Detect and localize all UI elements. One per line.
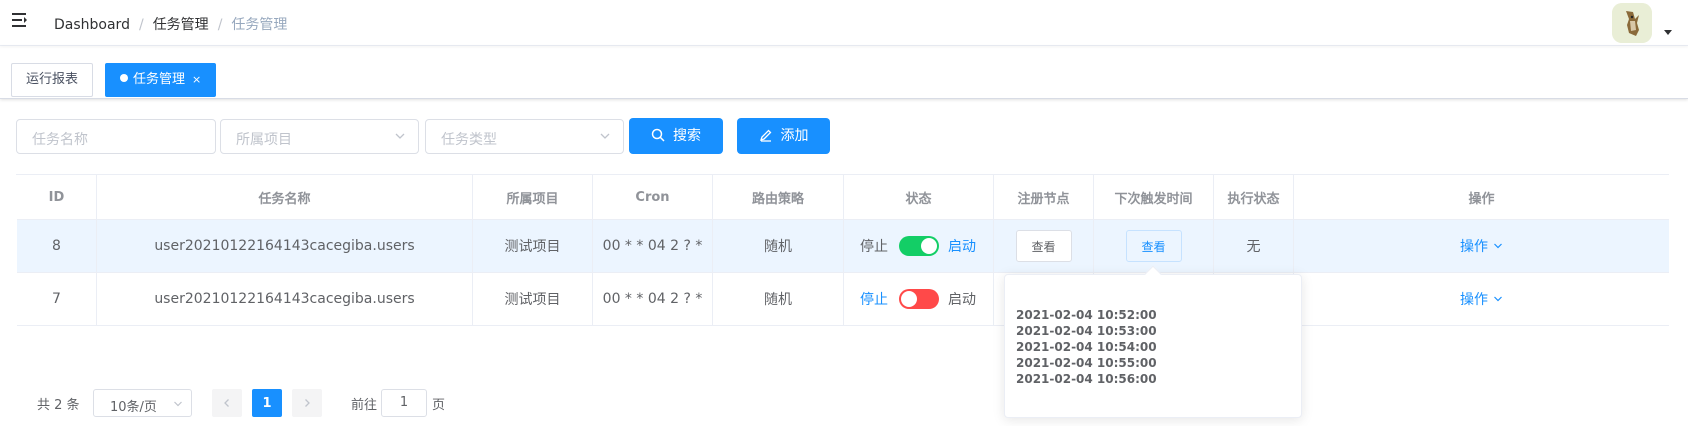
cell-next-trigger: 查看 — [1094, 220, 1214, 272]
header-task-name: 任务名称 — [97, 175, 473, 219]
header-status: 状态 — [844, 175, 994, 219]
close-icon[interactable]: × — [192, 73, 201, 86]
chevron-down-icon — [174, 401, 182, 407]
chevron-left-icon — [224, 399, 229, 407]
chevron-down-icon — [1494, 296, 1502, 302]
trigger-time-list: 2021-02-04 10:52:00 2021-02-04 10:53:00 … — [1016, 307, 1157, 387]
switch-stop-label: 停止 — [860, 239, 888, 255]
switch-start-label: 启动 — [948, 239, 976, 255]
goto-prefix: 前往 — [351, 398, 378, 413]
trigger-time: 2021-02-04 10:53:00 — [1016, 324, 1157, 338]
tags-view: 运行报表 任务管理 × — [0, 46, 1688, 99]
task-type-placeholder: 任务类型 — [441, 132, 497, 148]
cell-route: 随机 — [713, 220, 844, 272]
header-nodes: 注册节点 — [994, 175, 1094, 219]
header-cron: Cron — [593, 175, 713, 219]
breadcrumb-current: 任务管理 — [231, 17, 288, 33]
chevron-right-icon — [305, 399, 310, 407]
header-id: ID — [17, 175, 97, 219]
breadcrumb: Dashboard / 任务管理 / 任务管理 — [54, 14, 287, 34]
breadcrumb-task-management[interactable]: 任务管理 — [153, 17, 209, 33]
cell-task-name: user20210122164143cacegiba.users — [97, 220, 473, 272]
cell-project: 测试项目 — [473, 220, 593, 272]
cell-id: 8 — [17, 220, 97, 272]
table-header-row: ID 任务名称 所属项目 Cron 路由策略 状态 注册节点 下次触发时间 执行… — [17, 175, 1669, 220]
search-icon — [651, 128, 665, 142]
breadcrumb-separator: / — [217, 17, 223, 33]
ops-dropdown[interactable]: 操作 — [1460, 289, 1503, 309]
chevron-down-icon — [1494, 243, 1502, 249]
breadcrumb-separator: / — [138, 17, 144, 33]
header-exec-status: 执行状态 — [1214, 175, 1294, 219]
trigger-time: 2021-02-04 10:56:00 — [1016, 372, 1157, 386]
add-button[interactable]: 添加 — [737, 118, 830, 154]
cell-ops: 操作 — [1294, 220, 1669, 272]
avatar-caret-down-icon[interactable] — [1664, 30, 1672, 35]
next-trigger-popover: 2021-02-04 10:52:00 2021-02-04 10:53:00 … — [1004, 265, 1302, 418]
cell-ops: 操作 — [1294, 273, 1669, 325]
hamburger-menu-icon[interactable] — [12, 13, 28, 27]
ops-dropdown[interactable]: 操作 — [1460, 236, 1503, 256]
cell-status: 停止 启动 — [844, 220, 994, 272]
page-size-value: 10条/页 — [110, 400, 157, 415]
cell-project: 测试项目 — [473, 273, 593, 325]
cell-id: 7 — [17, 273, 97, 325]
search-label: 搜索 — [673, 128, 701, 144]
status-switch[interactable] — [899, 236, 939, 256]
ops-label: 操作 — [1460, 292, 1488, 308]
trigger-time: 2021-02-04 10:55:00 — [1016, 356, 1157, 370]
switch-knob — [921, 238, 937, 254]
tag-task-management[interactable]: 任务管理 × — [105, 63, 217, 97]
edit-icon — [759, 129, 771, 142]
cell-task-name: user20210122164143cacegiba.users — [97, 273, 473, 325]
switch-stop-label: 停止 — [860, 292, 888, 308]
next-page-button[interactable] — [292, 389, 322, 417]
page-size-select[interactable]: 10条/页 — [93, 389, 192, 417]
avatar[interactable] — [1612, 3, 1652, 43]
project-placeholder: 所属项目 — [236, 132, 292, 148]
cell-route: 随机 — [713, 273, 844, 325]
table-row: 7 user20210122164143cacegiba.users 测试项目 … — [17, 273, 1669, 326]
prev-page-button[interactable] — [212, 389, 242, 417]
page-number-current[interactable]: 1 — [252, 389, 282, 417]
pagination-total: 共 2 条 — [37, 398, 80, 413]
tag-label: 运行报表 — [26, 72, 79, 87]
navbar: Dashboard / 任务管理 / 任务管理 — [0, 0, 1688, 46]
table-row: 8 user20210122164143cacegiba.users 测试项目 … — [17, 220, 1669, 273]
search-button[interactable]: 搜索 — [629, 118, 723, 154]
header-route: 路由策略 — [713, 175, 844, 219]
status-switch[interactable] — [899, 289, 939, 309]
chevron-down-icon — [395, 133, 405, 139]
trigger-time: 2021-02-04 10:54:00 — [1016, 340, 1157, 354]
breadcrumb-dashboard[interactable]: Dashboard — [54, 17, 130, 33]
task-name-input[interactable]: 任务名称 — [16, 119, 216, 154]
trigger-time: 2021-02-04 10:52:00 — [1016, 308, 1157, 322]
tag-run-report[interactable]: 运行报表 — [11, 63, 94, 97]
chevron-down-icon — [600, 133, 610, 139]
header-next-trigger: 下次触发时间 — [1094, 175, 1214, 219]
task-table: ID 任务名称 所属项目 Cron 路由策略 状态 注册节点 下次触发时间 执行… — [16, 174, 1669, 326]
view-nodes-button[interactable]: 查看 — [1015, 230, 1072, 262]
header-project: 所属项目 — [473, 175, 593, 219]
project-select[interactable]: 所属项目 — [220, 119, 419, 154]
cell-exec-status: 无 — [1214, 220, 1294, 272]
goto-suffix: 页 — [432, 398, 446, 413]
active-dot-icon — [120, 74, 128, 82]
goto-page-input[interactable]: 1 — [381, 389, 427, 417]
cell-nodes: 查看 — [994, 220, 1094, 272]
tag-label: 任务管理 — [133, 72, 186, 87]
switch-start-label: 启动 — [948, 292, 976, 308]
task-type-select[interactable]: 任务类型 — [425, 119, 624, 154]
cell-status: 停止 启动 — [844, 273, 994, 325]
add-label: 添加 — [780, 128, 809, 144]
switch-knob — [901, 291, 917, 307]
cell-cron: 00 * * 04 2 ? * — [593, 273, 713, 325]
view-next-trigger-button[interactable]: 查看 — [1125, 230, 1182, 262]
header-ops: 操作 — [1468, 191, 1495, 207]
ops-label: 操作 — [1460, 239, 1488, 255]
cell-cron: 00 * * 04 2 ? * — [593, 220, 713, 272]
task-name-placeholder: 任务名称 — [32, 132, 88, 148]
